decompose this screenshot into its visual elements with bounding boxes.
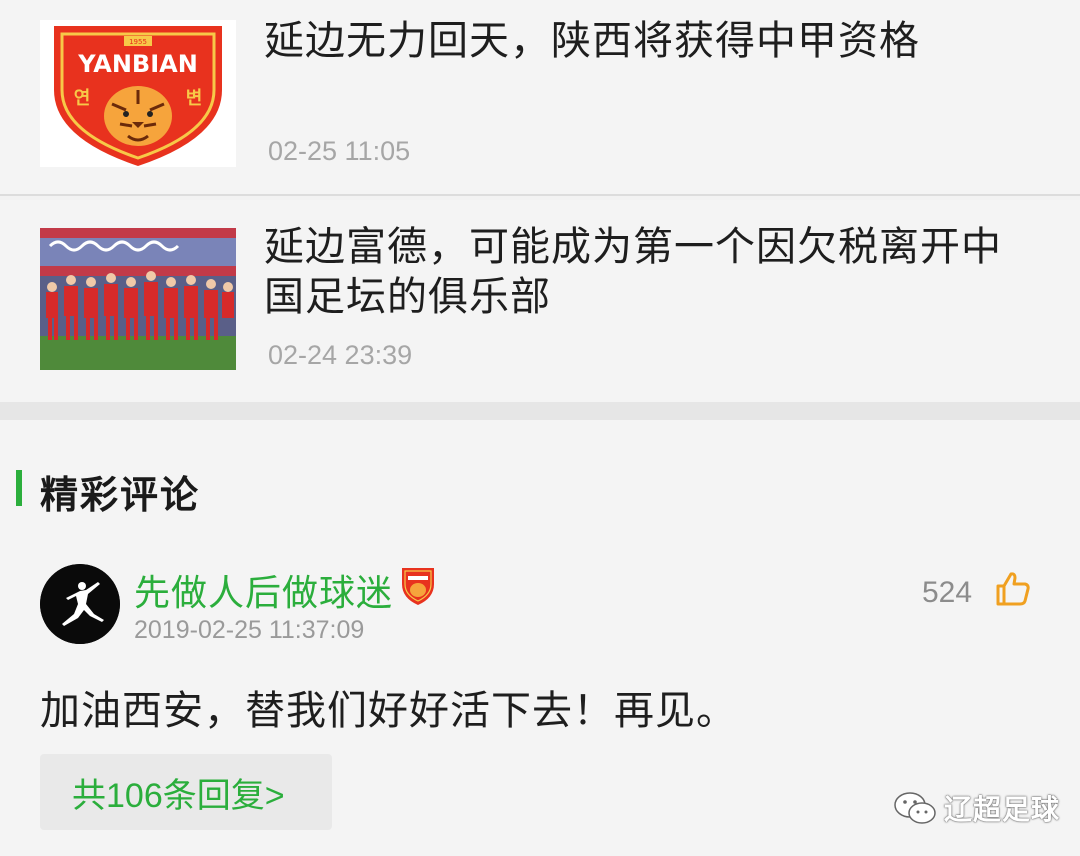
comment-timestamp: 2019-02-25 11:37:09 xyxy=(134,616,365,644)
team-photo xyxy=(40,228,236,370)
club-badge-icon xyxy=(400,566,436,606)
article-title[interactable]: 延边无力回天，陕西将获得中甲资格 xyxy=(264,16,1040,66)
article-item[interactable]: 延边富德，可能成为第一个因欠税离开中国足坛的俱乐部 02-24 23:39 xyxy=(0,200,1080,402)
comment-text: 加油西安，替我们好好活下去！再见。 xyxy=(40,688,737,734)
article-title[interactable]: 延边富德，可能成为第一个因欠税离开中国足坛的俱乐部 xyxy=(264,222,1040,322)
wechat-icon xyxy=(894,792,936,824)
section-title: 精彩评论 xyxy=(40,473,201,517)
logo-korean-left: 연 xyxy=(74,88,91,109)
view-replies-button[interactable]: 共106条回复> xyxy=(40,754,332,830)
view-replies-label: 共106条回复> xyxy=(72,776,285,815)
watermark-text: 辽超足球 xyxy=(944,793,1061,826)
avatar[interactable] xyxy=(40,564,120,644)
section-divider xyxy=(0,402,1080,420)
article-thumbnail: 1955 YANBIAN 연 변 xyxy=(40,20,236,167)
watermark: 辽超足球 xyxy=(892,788,1060,828)
article-time: 02-24 23:39 xyxy=(268,340,413,370)
logo-korean-right: 변 xyxy=(186,88,203,109)
jumpman-icon xyxy=(40,564,120,644)
logo-text: YANBIAN xyxy=(77,50,198,78)
article-thumbnail xyxy=(40,228,236,370)
article-time: 02-25 11:05 xyxy=(268,136,411,166)
thumbs-up-icon[interactable] xyxy=(994,570,1032,608)
article-item[interactable]: 1955 YANBIAN 연 변 延边无力回天，陕西将获得中甲资格 02-25 … xyxy=(0,0,1080,196)
section-accent-bar xyxy=(16,470,22,506)
comments-section: 精彩评论 先做人后做球迷 2019-02-25 11:37:09 524 加油西… xyxy=(0,420,1080,856)
yanbian-logo: 1955 YANBIAN 연 변 xyxy=(40,20,236,167)
like-count: 524 xyxy=(922,576,973,609)
comment-username[interactable]: 先做人后做球迷 xyxy=(134,564,393,616)
logo-year: 1955 xyxy=(129,38,147,46)
